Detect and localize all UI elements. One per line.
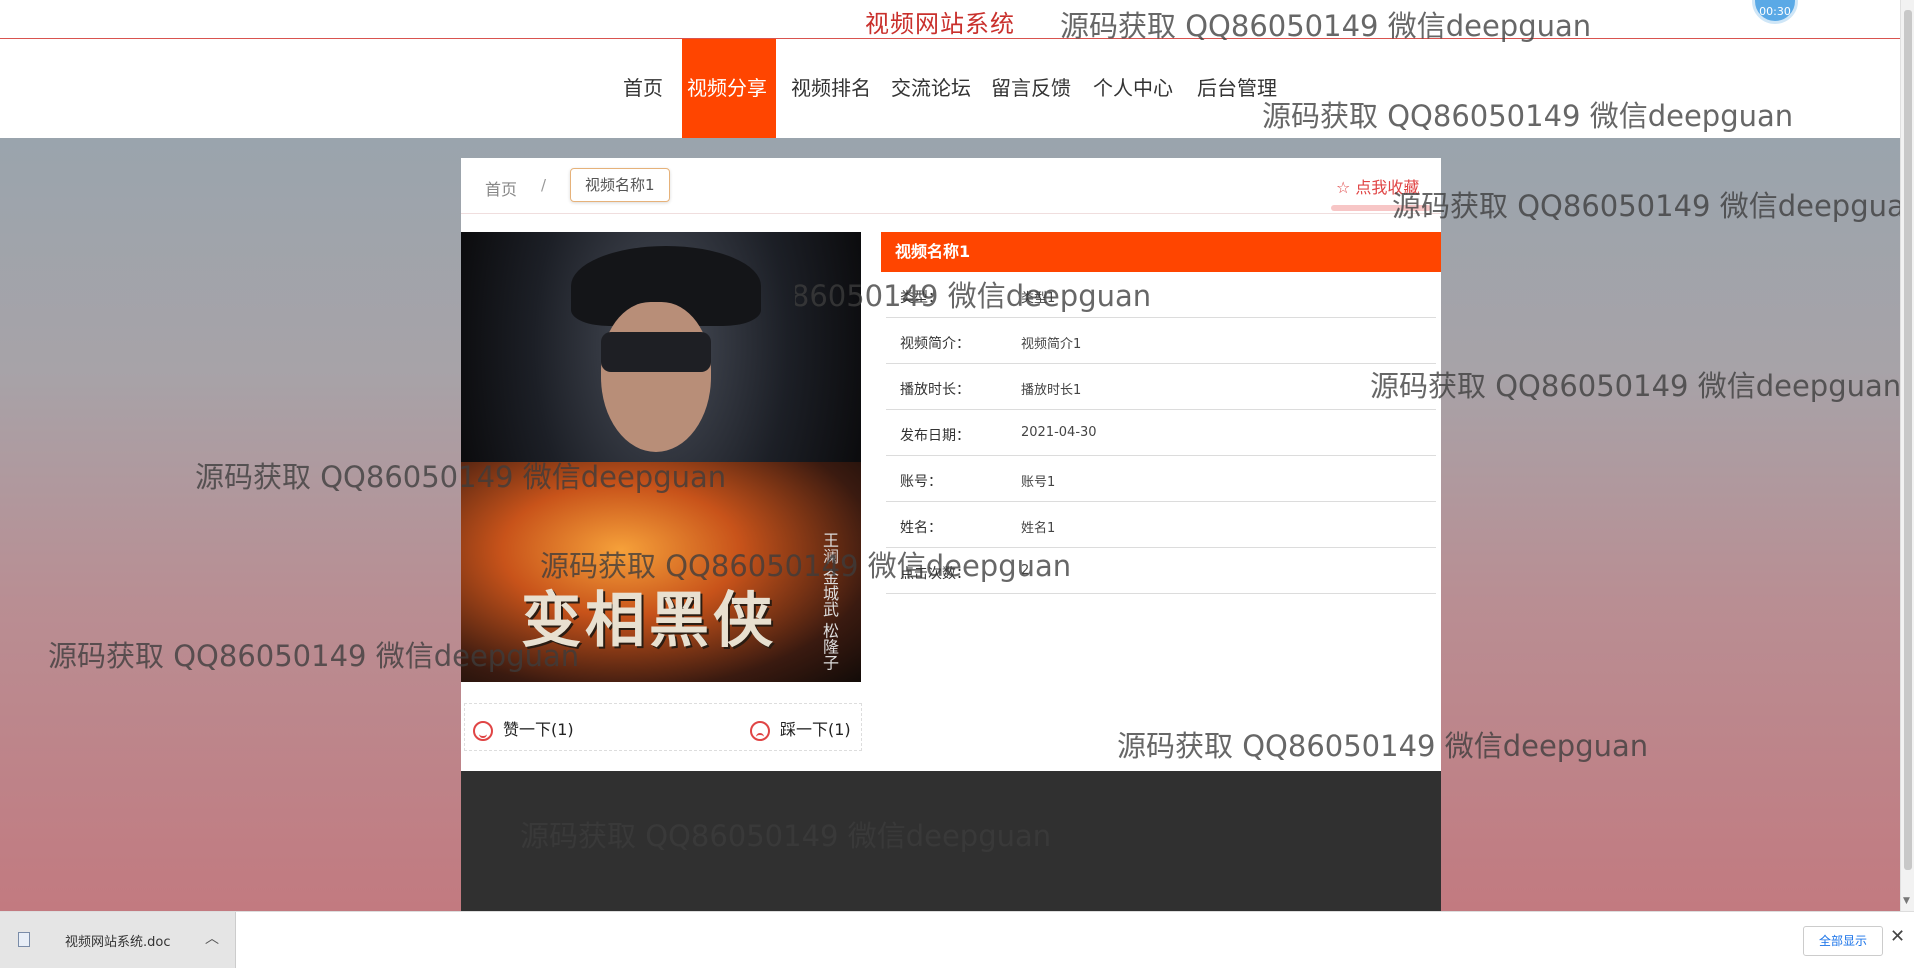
nav-item-video-share[interactable]: 视频分享 [682,39,776,138]
detail-label: 发布日期： [900,428,970,444]
show-all-button[interactable]: 全部显示 [1803,926,1883,956]
poster-credits: 王澜 金城武 松隆子 [820,532,839,671]
detail-row: 点击次数： 2 [886,548,1436,594]
footer [461,771,1441,911]
detail-value: 账号1 [1021,475,1056,490]
scroll-down-icon[interactable]: ▼ [1903,896,1910,906]
scroll-thumb[interactable] [1904,10,1912,870]
detail-label: 点击次数： [900,566,970,582]
timer-badge: 00:30 [1752,0,1798,24]
detail-label: 视频简介： [900,336,970,352]
download-bar: 视频网站系统.doc ︿ 全部显示 ✕ [0,911,1914,968]
vote-row: 赞一下(1) 踩一下(1) [464,703,862,751]
detail-value: 2021-04-30 [1021,425,1097,440]
main-nav: 首页 视频分享 视频排名 交流论坛 留言反馈 个人中心 后台管理 [0,39,1900,138]
detail-value: 类型1 [1021,291,1056,306]
document-icon [18,932,30,947]
breadcrumb-current: 视频名称1 [570,168,670,202]
detail-value: 2 [1021,563,1030,578]
detail-row: 发布日期： 2021-04-30 [886,410,1436,456]
chevron-up-icon[interactable]: ︿ [205,928,219,948]
breadcrumb: 首页 / 视频名称1 ☆ 点我收藏 [461,158,1441,214]
detail-header: 视频名称1 [881,232,1441,272]
detail-row: 类型： 类型1 [886,272,1436,318]
breadcrumb-home[interactable]: 首页 [485,176,517,200]
favorite-underline [1331,205,1431,211]
download-file-name: 视频网站系统.doc [65,935,171,950]
nav-item-forum[interactable]: 交流论坛 [885,39,977,138]
detail-value: 姓名1 [1021,521,1056,536]
nav-item-home[interactable]: 首页 [617,39,669,138]
detail-row: 播放时长： 播放时长1 [886,364,1436,410]
site-title: 视频网站系统 [865,10,1015,38]
breadcrumb-separator: / [541,176,547,194]
video-detail-card: 首页 / 视频名称1 ☆ 点我收藏 王澜 金城武 松隆子 变相黑侠 赞一下(1)… [461,158,1441,771]
nav-item-admin[interactable]: 后台管理 [1191,39,1283,138]
top-bar: 视频网站系统 00:30 [0,0,1900,39]
poster-face [601,302,711,452]
poster-mask [601,332,711,372]
dislike-button[interactable]: 踩一下(1) [750,716,851,741]
frown-icon [750,720,770,741]
detail-row: 账号： 账号1 [886,456,1436,502]
nav-item-user-center[interactable]: 个人中心 [1087,39,1179,138]
download-item[interactable]: 视频网站系统.doc ︿ [0,912,236,968]
close-icon[interactable]: ✕ [1890,926,1905,947]
like-label: 赞一下(1) [503,720,574,739]
detail-label: 姓名： [900,520,942,536]
detail-row: 姓名： 姓名1 [886,502,1436,548]
poster-title: 变相黑侠 [521,586,777,656]
nav-item-video-ranking[interactable]: 视频排名 [785,39,877,138]
video-poster: 王澜 金城武 松隆子 变相黑侠 [461,232,861,682]
smile-icon [473,720,493,741]
nav-item-feedback[interactable]: 留言反馈 [985,39,1077,138]
detail-label: 播放时长： [900,382,970,398]
page-scrollbar[interactable]: ▼ [1900,0,1914,911]
favorite-button[interactable]: ☆ 点我收藏 [1336,174,1419,198]
detail-value: 视频简介1 [1021,337,1082,352]
detail-label: 账号： [900,474,942,490]
detail-label: 类型： [900,290,942,306]
dislike-label: 踩一下(1) [780,720,851,739]
like-button[interactable]: 赞一下(1) [473,716,574,741]
detail-row: 视频简介： 视频简介1 [886,318,1436,364]
detail-value: 播放时长1 [1021,383,1082,398]
